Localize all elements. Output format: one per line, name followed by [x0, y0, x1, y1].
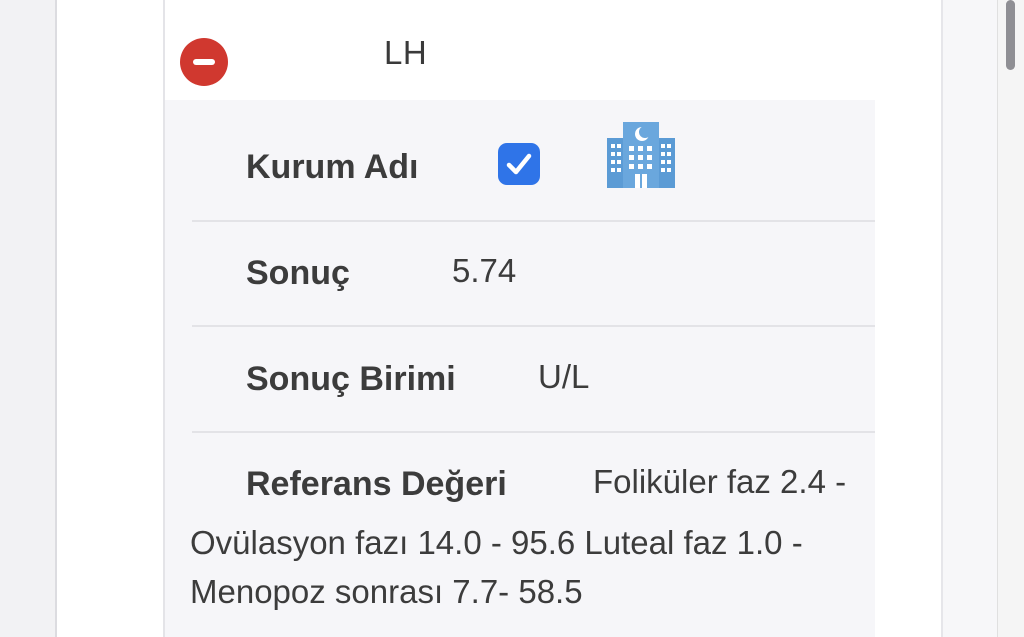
referans-value-line1: Foliküler faz 2.4 -: [593, 463, 847, 500]
checkmark-icon: [506, 153, 532, 175]
page: LH Kurum Adı Sonuç 5.74 Sonuç Birimi U/L…: [0, 0, 1024, 637]
sonuc-birimi-label: Sonuç Birimi: [246, 360, 456, 398]
sonuc-label: Sonuç: [246, 254, 350, 292]
sonuc-birimi-value: U/L: [538, 358, 590, 395]
remove-test-button[interactable]: [180, 38, 228, 86]
kurum-checkbox[interactable]: [498, 143, 540, 185]
hospital-building-icon[interactable]: [605, 120, 677, 192]
row-divider: [192, 220, 875, 222]
sonuc-value: 5.74: [452, 252, 517, 289]
test-name: LH: [384, 34, 428, 71]
row-divider: [192, 431, 875, 433]
left-gutter: [0, 0, 55, 637]
right-gutter: [941, 0, 997, 637]
scrollbar-thumb[interactable]: [1006, 0, 1015, 70]
scrollbar-track[interactable]: [997, 0, 1024, 637]
referans-value-line3: Menopoz sonrası 7.7- 58.5: [190, 573, 583, 610]
referans-label: Referans Değeri: [246, 465, 507, 503]
referans-value-line2: Ovülasyon fazı 14.0 - 95.6 Luteal faz 1.…: [190, 524, 803, 561]
row-divider: [192, 325, 875, 327]
minus-circle-icon: [193, 59, 215, 65]
kurum-label: Kurum Adı: [246, 148, 419, 186]
